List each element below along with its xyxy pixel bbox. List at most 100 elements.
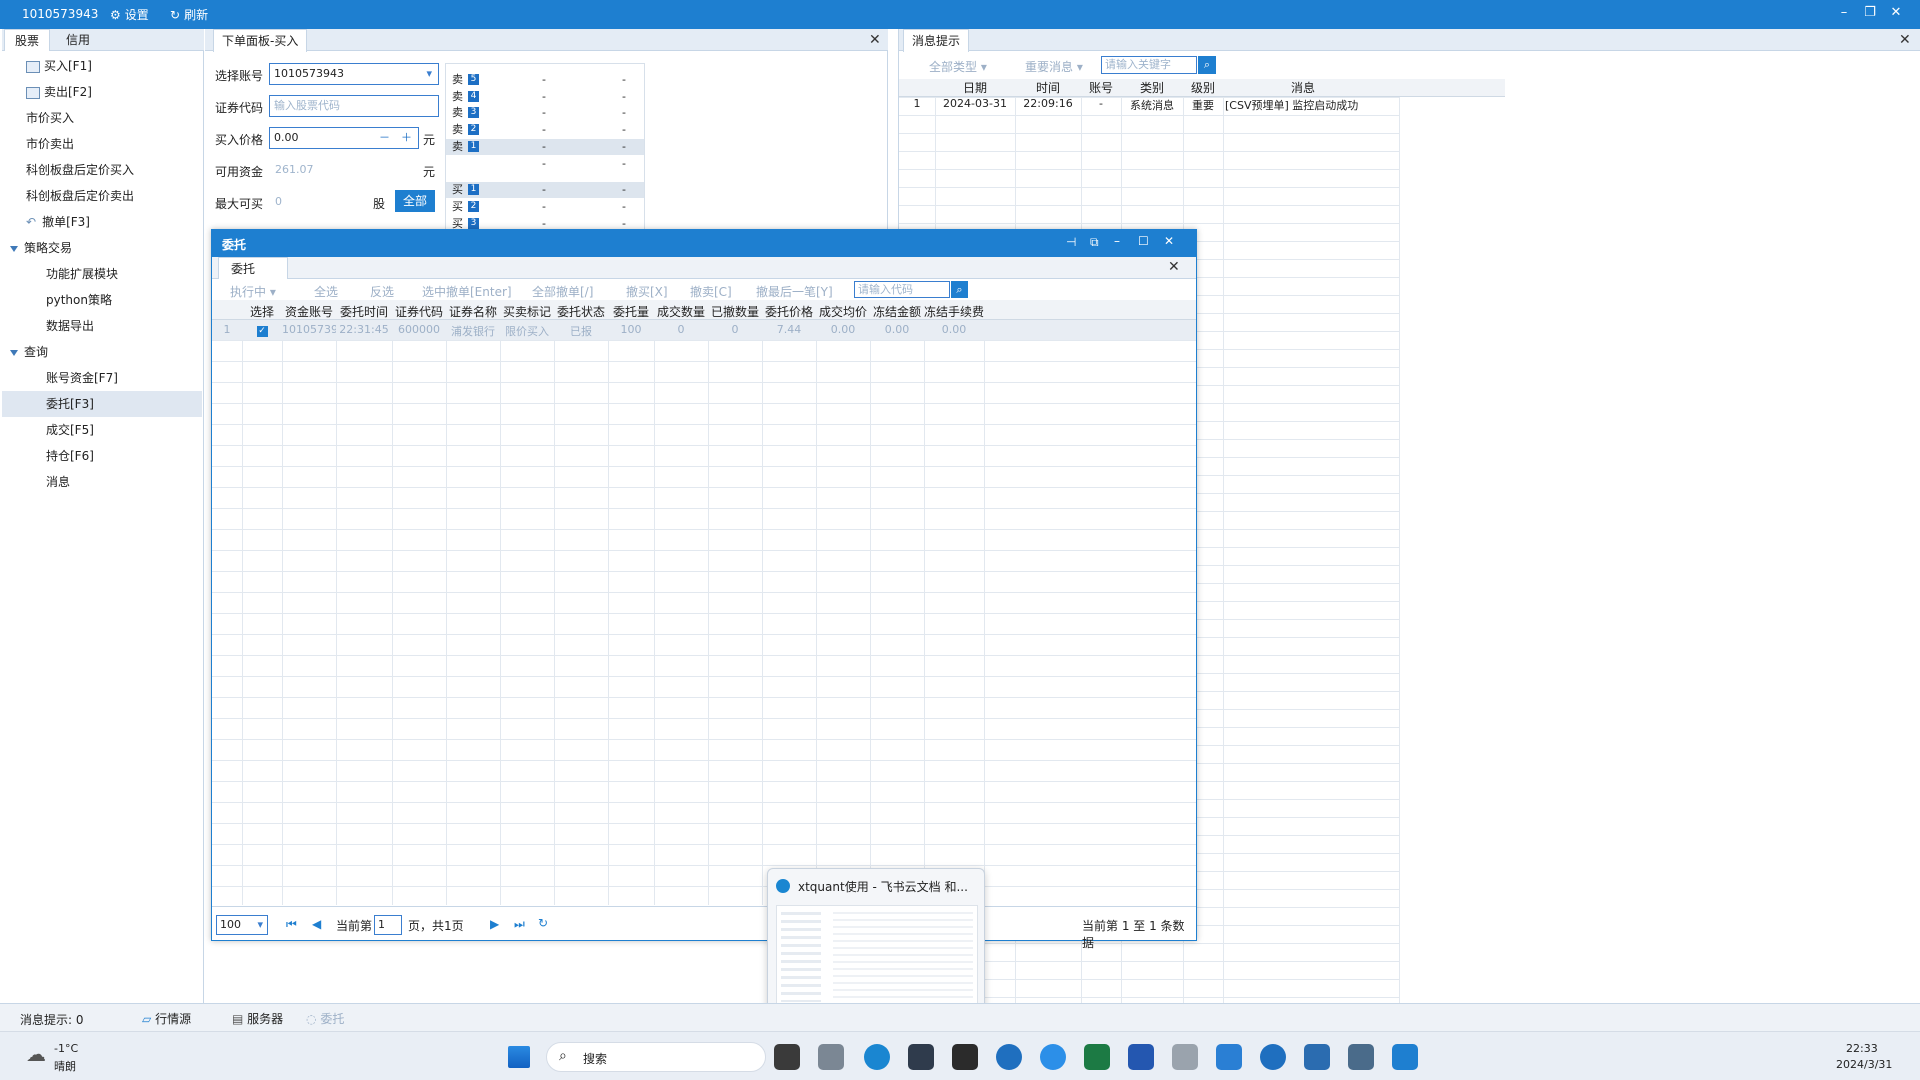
col-header[interactable]: 委托量 <box>608 303 654 320</box>
sidebar-group-strategy[interactable]: 策略交易 <box>2 235 202 261</box>
tab-stock[interactable]: 股票 <box>4 29 51 51</box>
order-book-row[interactable]: 卖1 - - <box>446 139 644 155</box>
sidebar-item-messages[interactable]: 消息 <box>2 469 202 495</box>
cancel-buy-button[interactable]: 撤买[X] <box>626 283 668 300</box>
windows-start-icon[interactable] <box>508 1046 530 1068</box>
taskbar-preview-popup[interactable]: xtquant使用 - 飞书云文档 和... <box>767 868 985 1018</box>
col-header[interactable]: 已撤数量 <box>708 303 762 320</box>
select-all-button[interactable]: 全选 <box>314 283 338 300</box>
tab-entrust[interactable]: 委托 <box>218 257 288 279</box>
col-header[interactable]: 冻结金额 <box>870 303 924 320</box>
close-icon[interactable]: ✕ <box>869 32 881 48</box>
col-header[interactable]: 委托价格 <box>762 303 816 320</box>
page-size-select[interactable]: 100 ▾ <box>216 915 268 935</box>
col-header[interactable]: 成交均价 <box>816 303 870 320</box>
sidebar-item-positions[interactable]: 持仓[F6] <box>2 443 202 469</box>
col-header[interactable]: 成交数量 <box>654 303 708 320</box>
detach-icon[interactable]: ⧉ <box>1090 235 1099 250</box>
sidebar-item-deals[interactable]: 成交[F5] <box>2 417 202 443</box>
sidebar-item-export[interactable]: 数据导出 <box>2 313 202 339</box>
extra-status[interactable]: ◌ 委托 <box>306 1010 344 1027</box>
sidebar-item-extension[interactable]: 功能扩展模块 <box>2 261 202 287</box>
sidebar-item-buy[interactable]: 买入[F1] <box>2 53 202 79</box>
col-header[interactable]: 证券代码 <box>392 303 446 320</box>
sidebar-item-star-after-sell[interactable]: 科创板盘后定价卖出 <box>2 183 202 209</box>
code-input[interactable]: 输入股票代码 <box>269 95 439 117</box>
refresh-button[interactable]: ↻ 刷新 <box>170 6 208 23</box>
col-header[interactable]: 证券名称 <box>446 303 500 320</box>
vscode-icon[interactable] <box>1216 1044 1242 1070</box>
price-stepper[interactable]: － ＋ <box>379 128 412 148</box>
order-book-row[interactable]: 卖3 - - <box>446 105 644 121</box>
server-status[interactable]: ▤ 服务器 <box>232 1010 283 1027</box>
maximize-icon[interactable]: ☐ <box>1138 234 1149 248</box>
sidebar-item-funds[interactable]: 账号资金[F7] <box>2 365 202 391</box>
tab-messages[interactable]: 消息提示 <box>903 29 970 52</box>
file-explorer-icon[interactable] <box>774 1044 800 1070</box>
powershell-icon[interactable] <box>1304 1044 1330 1070</box>
order-book-row[interactable]: 买2 - - <box>446 199 644 215</box>
minimize-icon[interactable]: – <box>1114 234 1120 248</box>
order-book-row[interactable]: 卖2 - - <box>446 122 644 138</box>
col-header[interactable]: 选择 <box>242 303 282 320</box>
search-icon[interactable]: ⌕ <box>1198 56 1216 74</box>
excel-icon[interactable] <box>1084 1044 1110 1070</box>
edge-icon[interactable] <box>864 1044 890 1070</box>
market-source[interactable]: ▱ 行情源 <box>142 1010 191 1027</box>
word-icon[interactable] <box>1128 1044 1154 1070</box>
row-checkbox[interactable]: ✓ <box>242 323 282 337</box>
weather-icon[interactable]: ☁ <box>26 1042 46 1066</box>
col-header[interactable]: 买卖标记 <box>500 303 554 320</box>
taskbar-search[interactable]: ⌕ 搜索 <box>546 1042 766 1072</box>
price-input[interactable]: 0.00 － ＋ <box>269 127 419 149</box>
app-icon[interactable] <box>1172 1044 1198 1070</box>
chrome-dev-icon[interactable] <box>1260 1044 1286 1070</box>
close-icon[interactable]: ✕ <box>1884 5 1908 23</box>
last-page-icon[interactable]: ⏭ <box>514 917 525 932</box>
search-icon[interactable]: ⌕ <box>951 281 968 298</box>
sidebar-item-python[interactable]: python策略 <box>2 287 202 313</box>
close-icon[interactable]: ✕ <box>1164 234 1174 248</box>
tab-order-buy[interactable]: 下单面板-买入 <box>213 29 308 52</box>
cancel-all-button[interactable]: 全部撤单[/] <box>532 283 593 300</box>
type-filter[interactable]: 全部类型 ▾ <box>929 58 987 75</box>
restore-icon[interactable]: ❐ <box>1858 5 1882 23</box>
first-page-icon[interactable]: ⏮ <box>286 917 297 932</box>
sidebar-item-cancel[interactable]: ↶ 撤单[F3] <box>2 209 202 235</box>
github-icon[interactable] <box>952 1044 978 1070</box>
filter-executing[interactable]: 执行中 ▾ <box>230 283 276 300</box>
order-book-row[interactable]: 卖4 - - <box>446 89 644 105</box>
table-row[interactable]: 1 ✓ 101057394322:31:45 600000 浦发银行限价买入 已报 100 0… <box>212 320 1196 340</box>
order-book-row[interactable]: -- <box>446 156 644 172</box>
code-search-input[interactable]: 请输入代码 <box>854 281 950 298</box>
cancel-selected-button[interactable]: 选中撤单[Enter] <box>422 283 512 300</box>
order-book-row[interactable]: 卖5 - - <box>446 72 644 88</box>
browser-icon[interactable] <box>1040 1044 1066 1070</box>
order-book-row[interactable]: 买1 - - <box>446 182 644 198</box>
store-icon[interactable] <box>908 1044 934 1070</box>
minimize-icon[interactable]: – <box>1832 5 1856 23</box>
col-header[interactable]: 委托时间 <box>336 303 392 320</box>
sidebar-item-sell[interactable]: 卖出[F2] <box>2 79 202 105</box>
tab-credit[interactable]: 信用 <box>56 29 100 51</box>
cancel-last-button[interactable]: 撤最后一笔[Y] <box>756 283 833 300</box>
col-header[interactable]: 冻结手续费 <box>924 303 984 320</box>
page-input[interactable]: 1 <box>374 915 402 935</box>
invert-select-button[interactable]: 反选 <box>370 283 394 300</box>
chrome-icon[interactable] <box>996 1044 1022 1070</box>
pin-icon[interactable]: ⊣ <box>1066 235 1076 249</box>
col-header[interactable]: 资金账号 <box>282 303 336 320</box>
message-search-input[interactable]: 请输入关键字 <box>1101 56 1197 74</box>
sidebar-group-query[interactable]: 查询 <box>2 339 202 365</box>
trading-app-icon[interactable] <box>1392 1044 1418 1070</box>
entrust-title-bar[interactable]: 委托 ⊣ ⧉ – ☐ ✕ <box>212 230 1196 257</box>
sidebar-item-star-after-buy[interactable]: 科创板盘后定价买入 <box>2 157 202 183</box>
close-icon[interactable]: ✕ <box>1168 259 1180 275</box>
account-select[interactable]: 1010573943 ▾ <box>269 63 439 85</box>
sidebar-item-market-buy[interactable]: 市价买入 <box>2 105 202 131</box>
close-icon[interactable]: ✕ <box>1899 32 1911 48</box>
settings-button[interactable]: ⚙ 设置 <box>110 6 149 23</box>
sidebar-item-entrust[interactable]: 委托[F3] <box>2 391 202 417</box>
prev-page-icon[interactable]: ◀ <box>312 917 321 931</box>
tool-icon[interactable] <box>1348 1044 1374 1070</box>
